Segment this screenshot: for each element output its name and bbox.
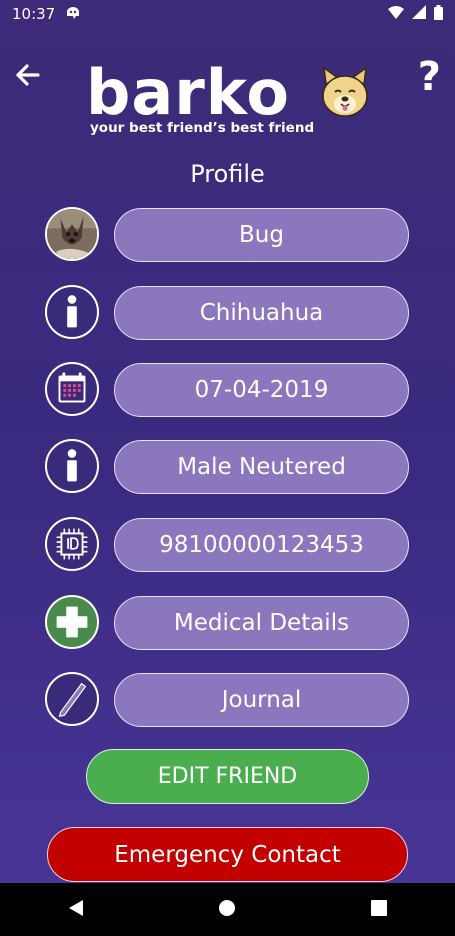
profile-row-medical: Medical Details [45,595,410,651]
help-button[interactable]: ? [418,54,441,100]
profile-row-name: Bug [45,207,410,263]
microchip-field[interactable]: 98100000123453 [114,518,409,572]
back-arrow-icon[interactable] [10,58,44,92]
profile-row-birthdate: 07-04-2019 [45,362,410,418]
name-field[interactable]: Bug [114,208,409,262]
wifi-icon [388,5,404,23]
dog-avatar[interactable] [45,207,99,261]
profile-row-breed: Chihuahua [45,285,410,341]
tagline: your best friend’s best friend [90,120,315,136]
sex-field[interactable]: Male Neutered [114,440,409,494]
info-icon [45,285,99,339]
emergency-contact-button[interactable]: Emergency Contact [47,827,408,882]
pencil-icon [45,672,99,726]
notification-icon [65,5,81,23]
info-icon [45,439,99,493]
medical-details-button[interactable]: Medical Details [114,596,409,650]
edit-friend-button[interactable]: EDIT FRIEND [86,749,369,804]
profile-row-sex: Male Neutered [45,439,410,495]
journal-button[interactable]: Journal [114,673,409,727]
logo-text: barko [86,56,290,129]
nav-home-icon[interactable] [218,899,236,921]
system-nav-bar [0,883,455,936]
medical-cross-icon [45,595,99,649]
nav-recents-icon[interactable] [370,899,388,921]
breed-field[interactable]: Chihuahua [114,286,409,340]
page-title: Profile [190,160,265,188]
profile-row-microchip: 98100000123453 [45,517,410,573]
dog-logo-icon [320,66,370,118]
chip-id-icon [45,517,99,571]
status-bar: 10:37 [0,0,455,28]
nav-back-icon[interactable] [67,899,85,921]
calendar-icon [45,362,99,416]
birthdate-field[interactable]: 07-04-2019 [114,363,409,417]
status-time: 10:37 [12,5,56,23]
profile-row-journal: Journal [45,672,410,728]
battery-icon [434,4,443,24]
app-logo: barko your best friend’s best friend [86,56,376,142]
signal-icon [412,5,426,23]
